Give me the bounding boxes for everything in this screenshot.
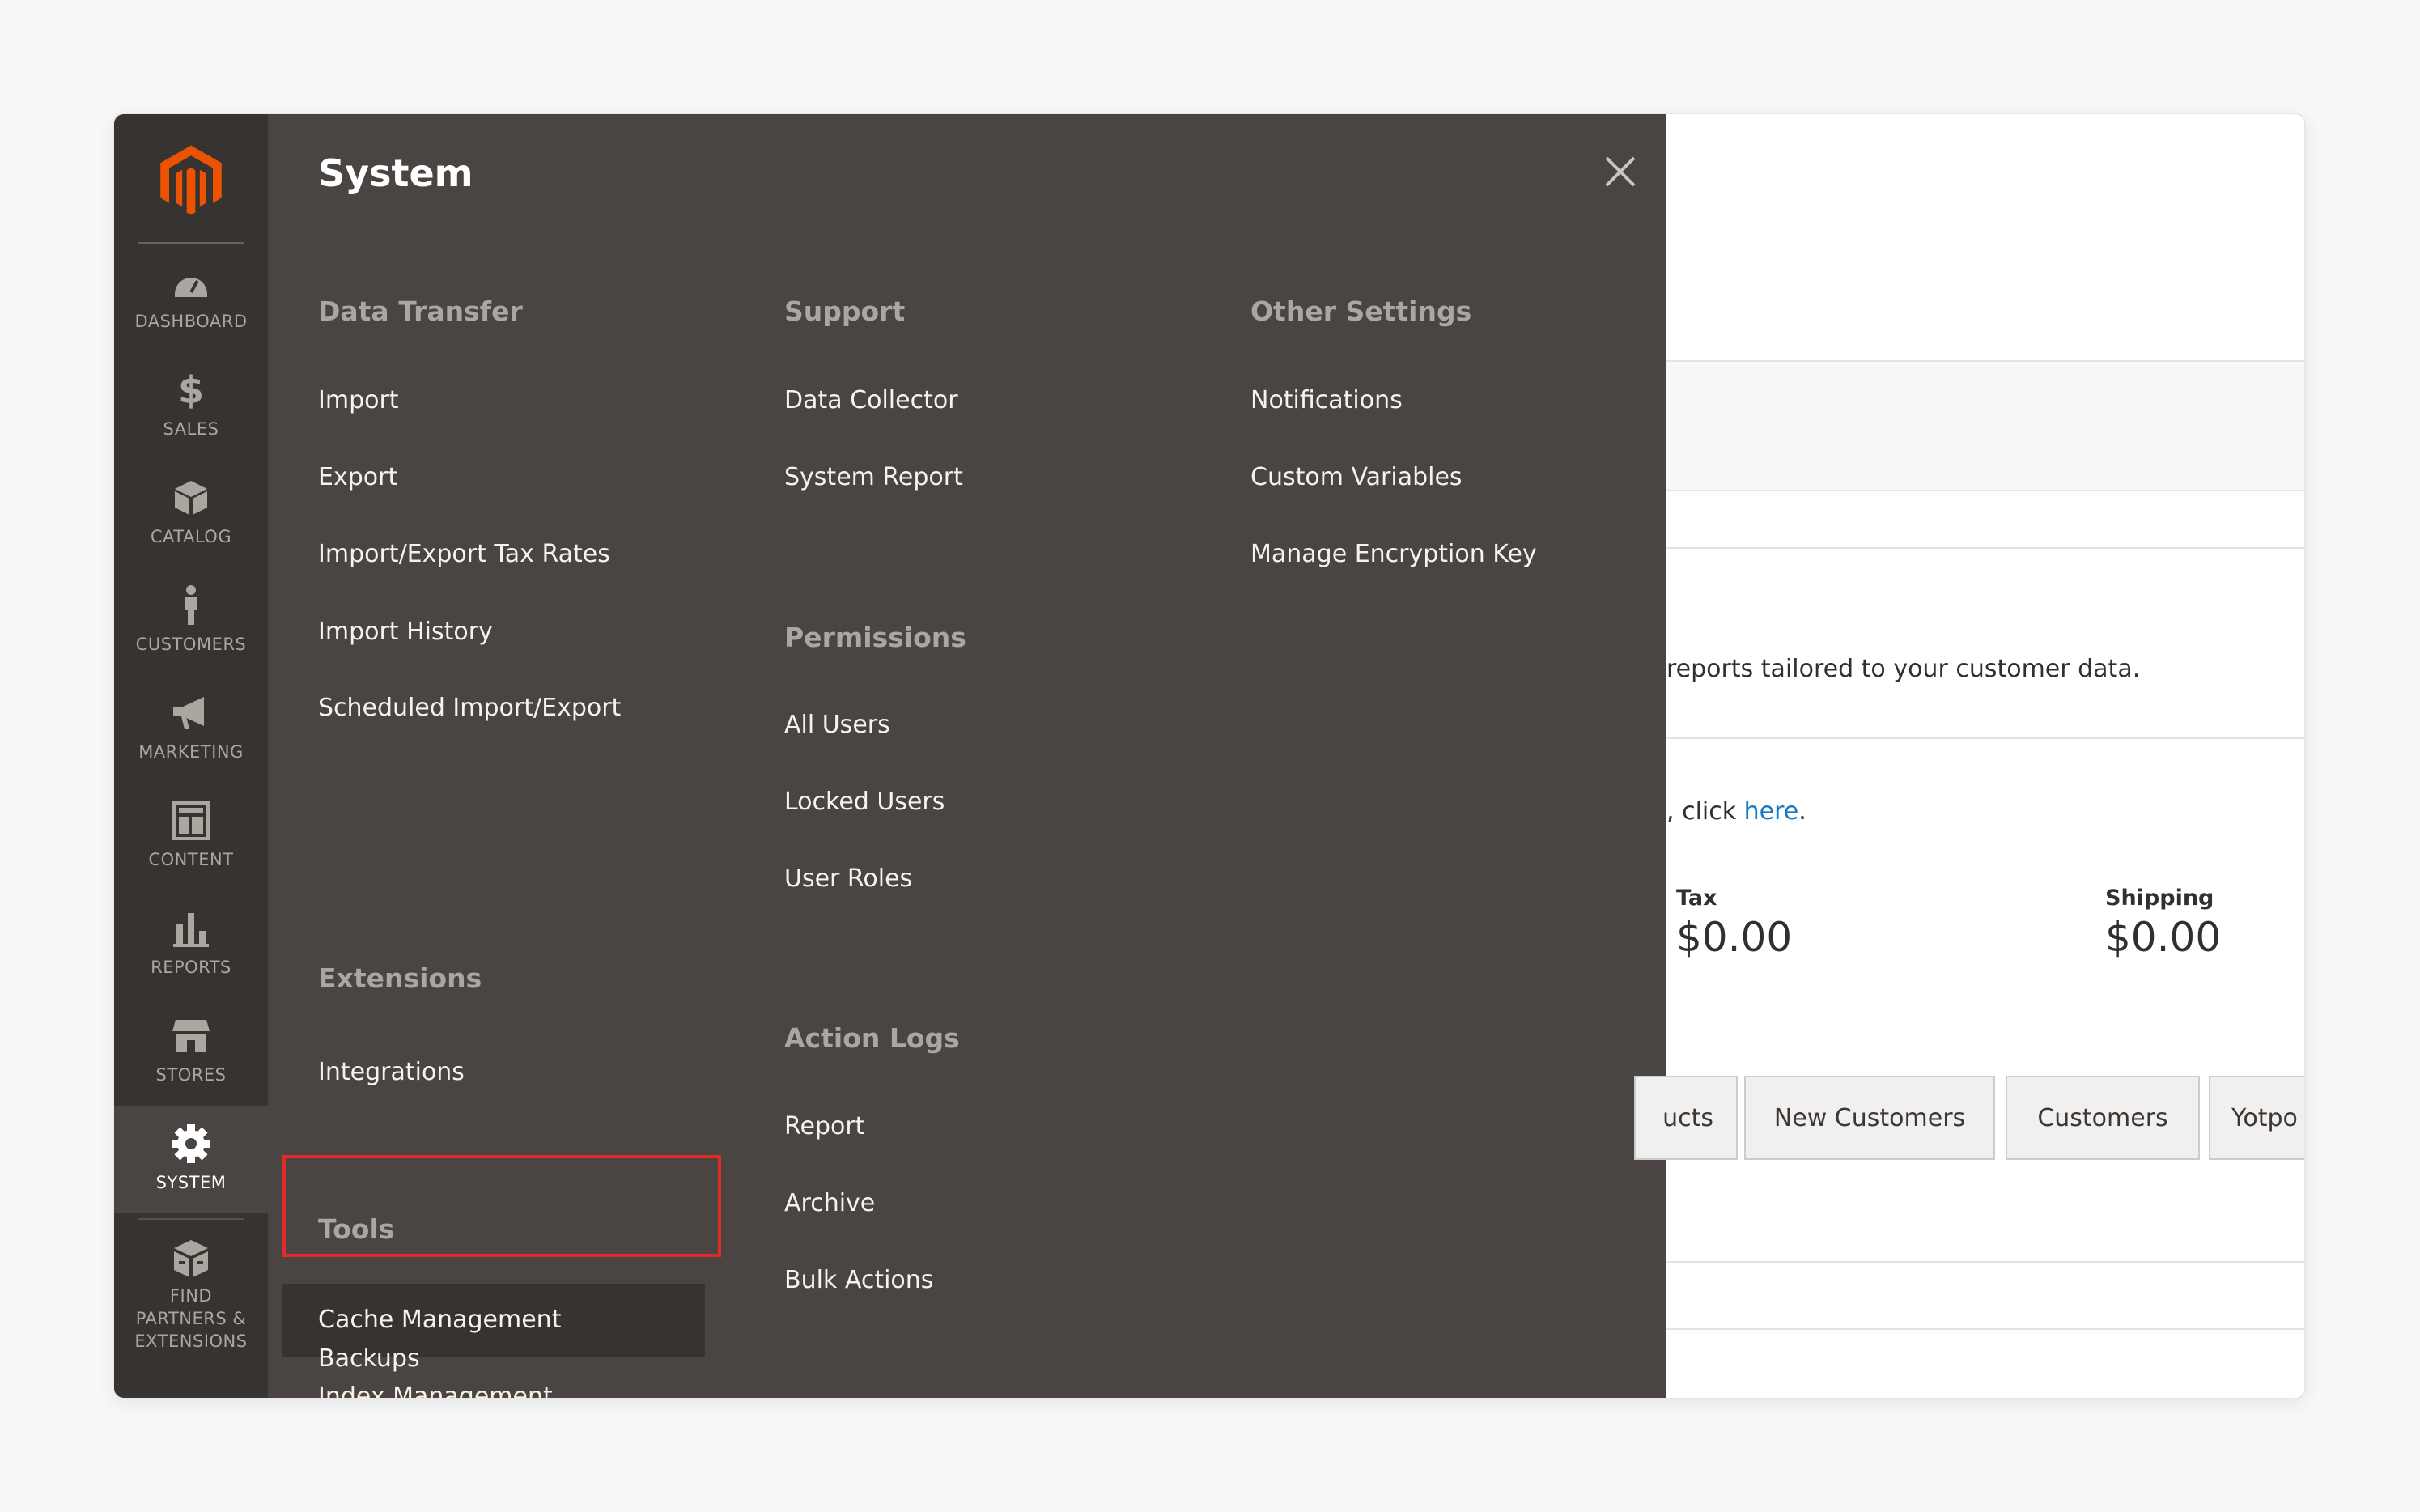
nav-stores[interactable]: STORES: [114, 999, 268, 1106]
nav-dashboard[interactable]: DASHBOARD: [114, 245, 268, 352]
nav-sales[interactable]: $ SALES: [114, 353, 268, 460]
flyout-title: System: [318, 151, 473, 195]
nav-find-partners[interactable]: FIND PARTNERS & EXTENSIONS: [114, 1221, 268, 1359]
layout-icon: [114, 800, 268, 842]
nav-label: SALES: [163, 419, 219, 439]
storefront-icon: [114, 1015, 268, 1057]
dashboard-background: reports tailored to your customer data. …: [1634, 114, 2304, 1398]
megaphone-icon: [114, 692, 268, 734]
group-title-support: Support: [784, 295, 906, 327]
group-title-tools: Tools: [318, 1213, 395, 1245]
tab-new-customers[interactable]: New Customers: [1744, 1076, 1995, 1160]
nav-content[interactable]: CONTENT: [114, 784, 268, 890]
menu-item-notifications[interactable]: Notifications: [1250, 386, 1403, 414]
gear-icon: [114, 1123, 268, 1165]
nav-label: CATALOG: [150, 527, 232, 546]
tab-customers[interactable]: Customers: [2006, 1076, 2200, 1160]
menu-item-export[interactable]: Export: [318, 463, 397, 491]
group-title-action-logs: Action Logs: [784, 1022, 960, 1054]
nav-label: DASHBOARD: [134, 312, 248, 331]
admin-nav-rail: DASHBOARD $ SALES CATALOG CUSTOMERS MARK…: [114, 114, 268, 1398]
nav-label: CUSTOMERS: [135, 635, 247, 654]
admin-window: DASHBOARD $ SALES CATALOG CUSTOMERS MARK…: [113, 113, 2306, 1399]
rail-divider: [138, 1218, 244, 1220]
click-here-text: , click here.: [1666, 797, 1807, 826]
menu-item-data-collector[interactable]: Data Collector: [784, 386, 958, 414]
menu-item-all-users[interactable]: All Users: [784, 711, 890, 739]
tax-value: $0.00: [1676, 914, 1793, 961]
menu-item-locked-users[interactable]: Locked Users: [784, 788, 945, 816]
menu-item-bulk-actions[interactable]: Bulk Actions: [784, 1266, 933, 1294]
dashboard-divider: [1666, 1261, 2304, 1263]
menu-item-user-roles[interactable]: User Roles: [784, 864, 912, 893]
group-title-permissions: Permissions: [784, 622, 966, 653]
menu-item-backups[interactable]: Backups: [318, 1344, 420, 1373]
nav-label: SYSTEM: [155, 1173, 227, 1192]
menu-item-import-export-tax-rates[interactable]: Import/Export Tax Rates: [318, 540, 610, 568]
person-icon: [114, 584, 268, 626]
nav-system[interactable]: SYSTEM: [114, 1106, 268, 1213]
nav-label: MARKETING: [138, 742, 244, 762]
shipping-label: Shipping: [2105, 886, 2214, 911]
reports-description: reports tailored to your customer data.: [1666, 655, 2141, 683]
group-title-extensions: Extensions: [318, 962, 482, 994]
magento-logo[interactable]: [114, 114, 268, 245]
menu-item-import-history[interactable]: Import History: [318, 618, 493, 646]
shipping-value: $0.00: [2105, 914, 2222, 961]
partners-box-icon: [114, 1238, 268, 1280]
group-title-other-settings: Other Settings: [1250, 295, 1472, 327]
click-suffix: .: [1798, 797, 1807, 826]
menu-item-custom-variables[interactable]: Custom Variables: [1250, 463, 1463, 491]
nav-label: FIND PARTNERS & EXTENSIONS: [134, 1286, 248, 1351]
nav-label: CONTENT: [148, 850, 234, 869]
dashboard-icon: [114, 261, 268, 304]
nav-marketing[interactable]: MARKETING: [114, 676, 268, 783]
tax-label: Tax: [1676, 886, 1717, 911]
nav-customers[interactable]: CUSTOMERS: [114, 568, 268, 675]
menu-item-report[interactable]: Report: [784, 1112, 864, 1140]
close-icon: [1605, 156, 1636, 187]
dashboard-divider: [1666, 737, 2304, 739]
system-flyout-menu: System Data Transfer Import Export Impor…: [268, 114, 1666, 1398]
magento-logo-icon: [160, 145, 222, 215]
bar-chart-icon: [114, 907, 268, 949]
click-prefix: , click: [1666, 797, 1744, 826]
group-title-data-transfer: Data Transfer: [318, 295, 523, 327]
dashboard-divider: [1666, 1328, 2304, 1330]
dashboard-divider: [1666, 547, 2304, 549]
dollar-icon: $: [177, 368, 204, 412]
close-button[interactable]: [1600, 151, 1641, 192]
box-icon: [114, 477, 268, 519]
menu-item-import[interactable]: Import: [318, 386, 399, 414]
nav-catalog[interactable]: CATALOG: [114, 461, 268, 567]
menu-item-integrations[interactable]: Integrations: [318, 1058, 465, 1086]
dashboard-band: [1666, 360, 2304, 491]
menu-item-scheduled-import-export[interactable]: Scheduled Import/Export: [318, 694, 621, 722]
nav-label: REPORTS: [151, 958, 231, 977]
menu-item-archive[interactable]: Archive: [784, 1189, 875, 1217]
nav-label: STORES: [155, 1065, 227, 1085]
here-link[interactable]: here: [1744, 797, 1799, 826]
tab-products[interactable]: ucts: [1634, 1076, 1738, 1160]
menu-item-system-report[interactable]: System Report: [784, 463, 963, 491]
menu-item-manage-encryption-key[interactable]: Manage Encryption Key: [1250, 540, 1537, 568]
nav-reports[interactable]: REPORTS: [114, 891, 268, 998]
tab-yotpo[interactable]: Yotpo: [2209, 1076, 2304, 1160]
logo-divider: [138, 242, 244, 244]
menu-item-index-management[interactable]: Index Management: [318, 1382, 553, 1398]
